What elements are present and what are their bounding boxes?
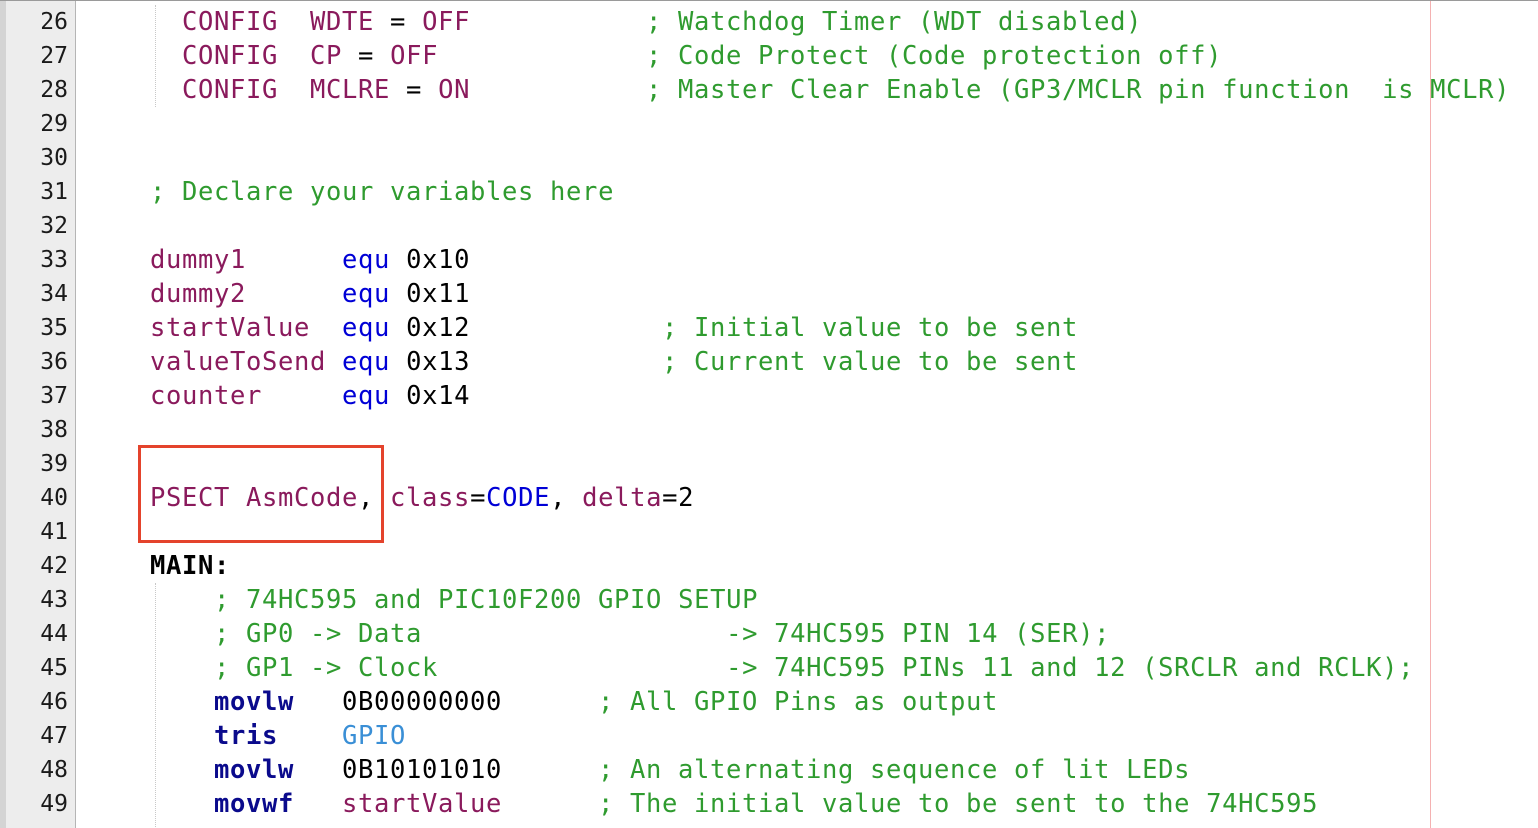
code-line[interactable]: counter equ 0x14 [150, 379, 470, 413]
code-token: startValue [150, 313, 311, 343]
code-token: OFF [390, 41, 439, 71]
code-token: class [390, 483, 471, 513]
code-line[interactable]: movlw 0B10101010 ; An alternating sequenc… [214, 753, 1538, 787]
code-token: ; Watchdog Timer (WDT disabled) [646, 7, 1143, 37]
code-token: ; Declare your variables here [150, 177, 615, 207]
code-line[interactable]: startValue equ 0x12 ; Initial value to be… [150, 311, 1538, 345]
code-token: dummy2 [150, 279, 247, 309]
code-token: =2 [662, 483, 695, 513]
code-line[interactable]: CONFIG CP = OFF ; Code Protect (Code prot… [182, 39, 1538, 73]
code-token: movwf [214, 789, 295, 819]
code-token: delta [582, 483, 663, 513]
code-token: 0x14 [406, 381, 471, 411]
code-line[interactable]: valueToSend equ 0x13 ; Current value to b… [150, 345, 1538, 379]
code-token: ; Initial value to be sent [662, 313, 1079, 343]
code-token: ; 74HC595 and PIC10F200 GPIO SETUP [214, 585, 759, 615]
code-token: equ [342, 313, 391, 343]
code-token: 0x10 [406, 245, 471, 275]
right-margin-guide [1430, 1, 1431, 828]
code-token: CONFIG [182, 7, 279, 37]
code-line[interactable]: tris GPIO [214, 719, 406, 753]
code-token: ; An alternating sequence of lit LEDs [598, 755, 1191, 785]
code-line[interactable]: movlw 0B00000000 ; All GPIO Pins as outpu… [214, 685, 1538, 719]
code-line[interactable]: dummy1 equ 0x10 [150, 243, 470, 277]
code-token: ; Master Clear Enable (GP3/MCLR pin func… [646, 75, 1511, 105]
code-token: startValue [342, 789, 503, 819]
code-token: ; All GPIO Pins as output [598, 687, 999, 717]
code-token: = [390, 75, 439, 105]
code-token: movlw [214, 687, 295, 717]
code-token: = [342, 41, 391, 71]
code-token: MCLRE [310, 75, 391, 105]
code-token: CP [310, 41, 343, 71]
code-token: ; Code Protect (Code protection off) [646, 41, 1223, 71]
code-token: tris [214, 721, 279, 751]
code-token: ; Current value to be sent [662, 347, 1079, 377]
code-token: ; GP1 -> Clock -> 74HC595 PINs 11 and 12… [214, 653, 1415, 683]
indent-guide [155, 5, 156, 107]
code-editor[interactable]: 26 27 28 29 30 31 32 33 34 35 36 37 38 39 40 41 42 43 44 45… [0, 0, 1538, 828]
code-line[interactable]: CONFIG MCLRE = ON ; Master Clear Enable (… [182, 73, 1538, 107]
code-token: 0x13 [406, 347, 471, 377]
code-token: CONFIG [182, 41, 279, 71]
code-line[interactable]: ; 74HC595 and PIC10F200 GPIO SETUP [214, 583, 758, 617]
code-token: GPIO [342, 721, 407, 751]
code-token: 0x11 [406, 279, 471, 309]
code-token: CODE [486, 483, 551, 513]
code-token: = [470, 483, 487, 513]
code-line[interactable]: ; GP1 -> Clock -> 74HC595 PINs 11 and 12… [214, 651, 1414, 685]
code-token: equ [342, 245, 391, 275]
code-token: MAIN: [150, 551, 231, 581]
code-line[interactable]: dummy2 equ 0x11 [150, 277, 470, 311]
code-token: OFF [422, 7, 471, 37]
code-token: ; GP0 -> Data -> 74HC595 PIN 14 (SER); [214, 619, 1111, 649]
indent-guide [155, 583, 156, 828]
code-line[interactable]: CONFIG WDTE = OFF ; Watchdog Timer (WDT d… [182, 5, 1538, 39]
code-token: equ [342, 381, 391, 411]
code-line[interactable]: movwf startValue ; The initial value to b… [214, 787, 1538, 821]
code-token: equ [342, 279, 391, 309]
code-line[interactable]: ; GP0 -> Data -> 74HC595 PIN 14 (SER); [214, 617, 1110, 651]
code-token: dummy1 [150, 245, 247, 275]
code-area[interactable]: CONFIG WDTE = OFF ; Watchdog Timer (WDT d… [0, 1, 1538, 828]
code-token: 0x12 [406, 313, 471, 343]
psect-highlight-box [138, 445, 384, 543]
code-token: = [374, 7, 423, 37]
code-token: counter [150, 381, 263, 411]
code-token: 0B00000000 [342, 687, 503, 717]
code-token: , [550, 483, 583, 513]
code-token: 0B10101010 [342, 755, 503, 785]
code-token: WDTE [310, 7, 375, 37]
code-line[interactable]: MAIN: [150, 549, 230, 583]
code-token: ; The initial value to be sent to the 74… [598, 789, 1319, 819]
code-token: ON [438, 75, 471, 105]
code-token: CONFIG [182, 75, 279, 105]
code-token: movlw [214, 755, 295, 785]
code-token: equ [342, 347, 391, 377]
code-line[interactable]: ; Declare your variables here [150, 175, 614, 209]
code-token: valueToSend [150, 347, 327, 377]
